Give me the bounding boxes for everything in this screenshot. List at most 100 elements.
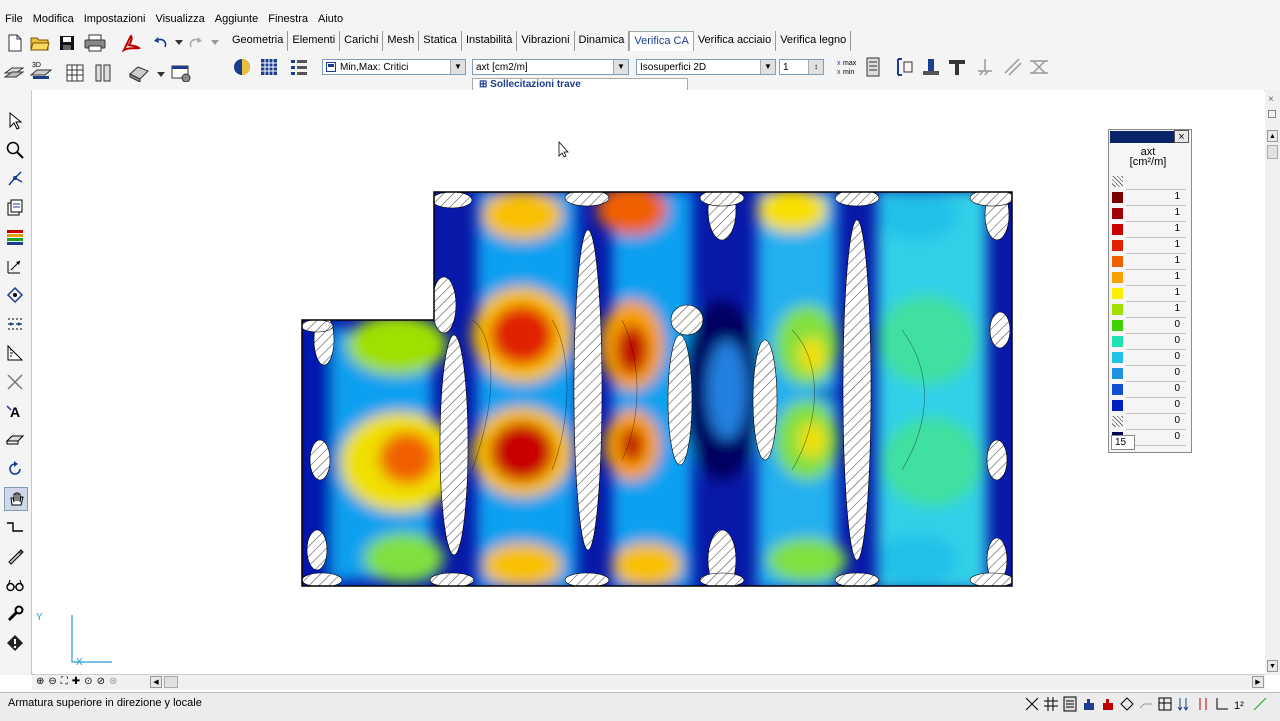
tab-dinamica[interactable]: Dinamica (575, 31, 630, 51)
zoom-window-icon[interactable]: ⊙ (84, 676, 92, 687)
list-settings-icon[interactable] (288, 56, 310, 78)
glasses-icon[interactable] (4, 574, 26, 596)
copy-window-icon[interactable] (4, 197, 26, 219)
legend-count-field[interactable]: 15 (1111, 435, 1135, 450)
window-settings-icon[interactable] (170, 62, 192, 84)
step-line-icon[interactable] (4, 516, 26, 538)
pan-icon[interactable]: ✚ (72, 676, 80, 687)
menu-modifica[interactable]: Modifica (28, 10, 79, 28)
chevron-down-icon[interactable]: ▼ (760, 60, 775, 74)
pan-hand-icon[interactable] (4, 487, 28, 511)
tab-statica[interactable]: Statica (419, 31, 462, 51)
column-base-icon[interactable] (920, 56, 942, 78)
tab-elementi[interactable]: Elementi (288, 31, 341, 51)
render-dropdown-icon[interactable] (150, 64, 172, 86)
degree-icon[interactable]: 1² (1233, 696, 1249, 712)
wrench-icon[interactable] (4, 603, 26, 625)
mesh-pattern-icon[interactable] (258, 56, 280, 78)
tab-instabilita[interactable]: Instabilità (462, 31, 518, 51)
minmax-select[interactable]: Min,Max: Critici ▼ (322, 59, 466, 75)
tree-dropdown-hint[interactable]: ⊞ Sollecitazioni trave (472, 78, 688, 90)
scroll-down-icon[interactable]: ▼ (1267, 660, 1278, 672)
grid-tool-icon[interactable] (4, 313, 26, 335)
zoom-in-icon[interactable]: ⊕ (36, 676, 44, 687)
cross-snap-icon[interactable] (1024, 696, 1040, 712)
horizontal-scroll-thumb[interactable] (164, 676, 178, 688)
legend-close-icon[interactable]: × (1174, 130, 1189, 143)
rotate-icon[interactable] (4, 458, 26, 480)
select-arrow-icon[interactable] (4, 110, 26, 132)
redo-icon[interactable] (184, 32, 206, 54)
display-mode-select[interactable]: Isosuperfici 2D ▼ (636, 59, 776, 75)
vertical-scroll-thumb[interactable] (1267, 145, 1278, 159)
snap-hand-red-icon[interactable] (1100, 696, 1116, 712)
tab-vibrazioni[interactable]: Vibrazioni (517, 31, 575, 51)
line-snap-icon[interactable] (1138, 696, 1154, 712)
measure-icon[interactable] (4, 342, 26, 364)
t-beam-icon[interactable] (946, 56, 968, 78)
table-icon[interactable] (64, 62, 86, 84)
tab-verifica-ca[interactable]: Verifica CA (629, 31, 694, 51)
save-icon[interactable] (56, 32, 78, 54)
arrows-down-icon[interactable] (1176, 696, 1192, 712)
beam-section-icon[interactable] (894, 56, 916, 78)
color-bands-icon[interactable] (4, 226, 26, 248)
list-panel-icon[interactable] (862, 56, 884, 78)
zoom-previous-icon[interactable]: ⊘ (97, 676, 105, 687)
contour-icon[interactable] (231, 56, 253, 78)
zoom-out-icon[interactable]: ⊖ (48, 676, 56, 687)
check-icon[interactable] (1002, 56, 1024, 78)
new-file-icon[interactable] (4, 32, 26, 54)
horizontal-scrollbar[interactable]: ⊕ ⊖ ⛶ ✚ ⊙ ⊘ ⊛ ◀ ▶ (32, 674, 1265, 690)
layers-icon[interactable] (3, 62, 25, 84)
zoom-icon[interactable] (4, 139, 26, 161)
scroll-left-icon[interactable]: ◀ (150, 676, 162, 688)
columns-icon[interactable] (92, 62, 114, 84)
close-icon[interactable]: × (1268, 94, 1274, 105)
menu-file[interactable]: File (0, 10, 28, 28)
stepper-arrows-icon[interactable]: ↕ (808, 60, 823, 74)
snap-hand-icon[interactable] (1081, 696, 1097, 712)
legend-titlebar[interactable] (1110, 131, 1180, 143)
quantity-select[interactable]: axt [cm2/m] ▼ (472, 59, 629, 75)
support-icon[interactable] (974, 56, 996, 78)
max-min-label[interactable]: x x max min (837, 56, 859, 78)
contour-plot[interactable] (32, 90, 1264, 674)
curve-snap-icon[interactable] (1252, 696, 1268, 712)
pen-tool-icon[interactable] (4, 545, 26, 567)
node-snap-icon[interactable] (1119, 696, 1135, 712)
drawing-canvas[interactable] (32, 90, 1264, 674)
tab-geometria[interactable]: Geometria (228, 31, 289, 51)
reinforcement-icon[interactable] (1028, 56, 1050, 78)
node-tool-icon[interactable] (4, 284, 26, 306)
axis-node-icon[interactable] (4, 168, 26, 190)
scroll-up-icon[interactable]: ▲ (1267, 130, 1278, 142)
vertical-scrollbar[interactable]: ▲ ▼ × (1265, 90, 1280, 675)
open-folder-icon[interactable] (29, 32, 51, 54)
table-snap-icon[interactable] (1157, 696, 1173, 712)
tab-verifica-legno[interactable]: Verifica legno (776, 31, 852, 51)
print-icon[interactable] (84, 32, 106, 54)
zoom-fit-icon[interactable]: ⛶ (61, 676, 68, 687)
dimension-icon[interactable] (4, 255, 26, 277)
menu-impostazioni[interactable]: Impostazioni (79, 10, 151, 28)
menu-aggiunte[interactable]: Aggiunte (210, 10, 263, 28)
warning-icon[interactable] (4, 632, 26, 654)
view-3d-icon[interactable]: 3D (30, 59, 52, 81)
grid-snap-icon[interactable] (1043, 696, 1059, 712)
tab-carichi[interactable]: Carichi (340, 31, 384, 51)
arrows-updown-icon[interactable] (1195, 696, 1211, 712)
menu-finestra[interactable]: Finestra (263, 10, 313, 28)
step-stepper[interactable]: 1 ↕ (779, 59, 824, 75)
tab-verifica-acciaio[interactable]: Verifica acciaio (694, 31, 777, 51)
menu-aiuto[interactable]: Aiuto (313, 10, 348, 28)
zoom-next-icon[interactable]: ⊛ (109, 676, 117, 687)
tab-mesh[interactable]: Mesh (383, 31, 420, 51)
pdf-icon[interactable] (120, 32, 142, 54)
chevron-down-icon[interactable]: ▼ (613, 60, 628, 74)
chevron-down-icon[interactable]: ▼ (450, 60, 465, 74)
redo-dropdown-icon[interactable] (204, 32, 226, 54)
restore-icon[interactable] (1268, 110, 1276, 118)
scroll-right-icon[interactable]: ▶ (1252, 676, 1264, 688)
slab-icon[interactable] (4, 429, 26, 451)
